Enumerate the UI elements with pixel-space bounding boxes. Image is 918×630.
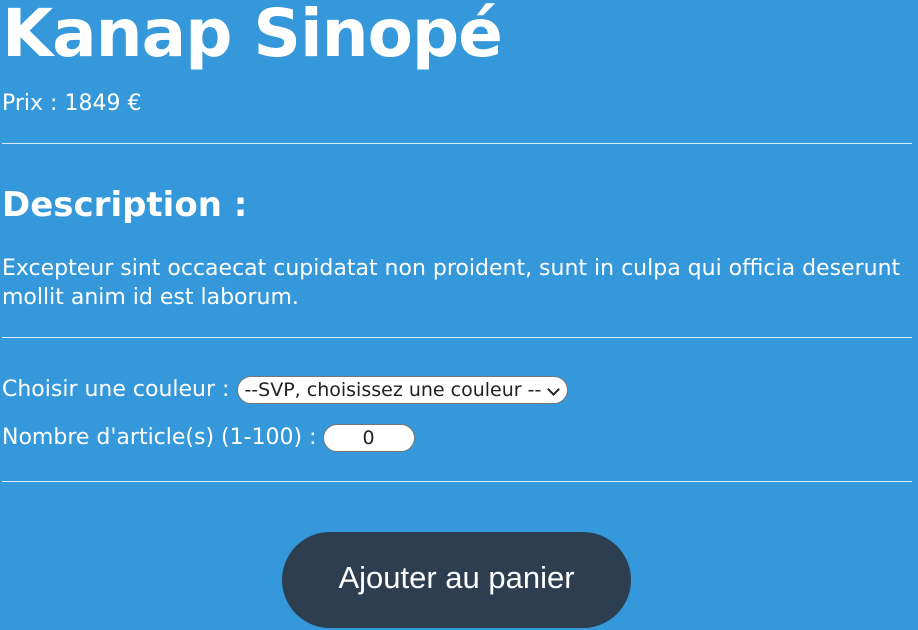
divider [2,143,912,144]
quantity-row: Nombre d'article(s) (1-100) : [2,424,415,452]
color-row: Choisir une couleur : --SVP, choisissez … [2,376,569,404]
description-text: Excepteur sint occaecat cupidatat non pr… [2,256,901,310]
product-title: Kanap Sinopé [2,0,503,72]
divider [2,481,912,482]
add-to-cart-button[interactable]: Ajouter au panier [282,532,631,628]
color-select[interactable]: --SVP, choisissez une couleur -- [237,376,569,404]
price-line: Prix : 1849 € [2,90,141,118]
chevron-down-icon [547,383,561,396]
divider [2,337,912,338]
description-heading: Description : [2,185,248,225]
price-label: Prix : [2,91,58,116]
quantity-input[interactable] [322,424,415,452]
quantity-label: Nombre d'article(s) (1-100) : [2,425,317,450]
price-currency: € [127,91,142,116]
price-value: 1849 [64,91,121,116]
color-label: Choisir une couleur : [2,377,230,402]
color-select-value: --SVP, choisissez une couleur -- [244,379,542,401]
